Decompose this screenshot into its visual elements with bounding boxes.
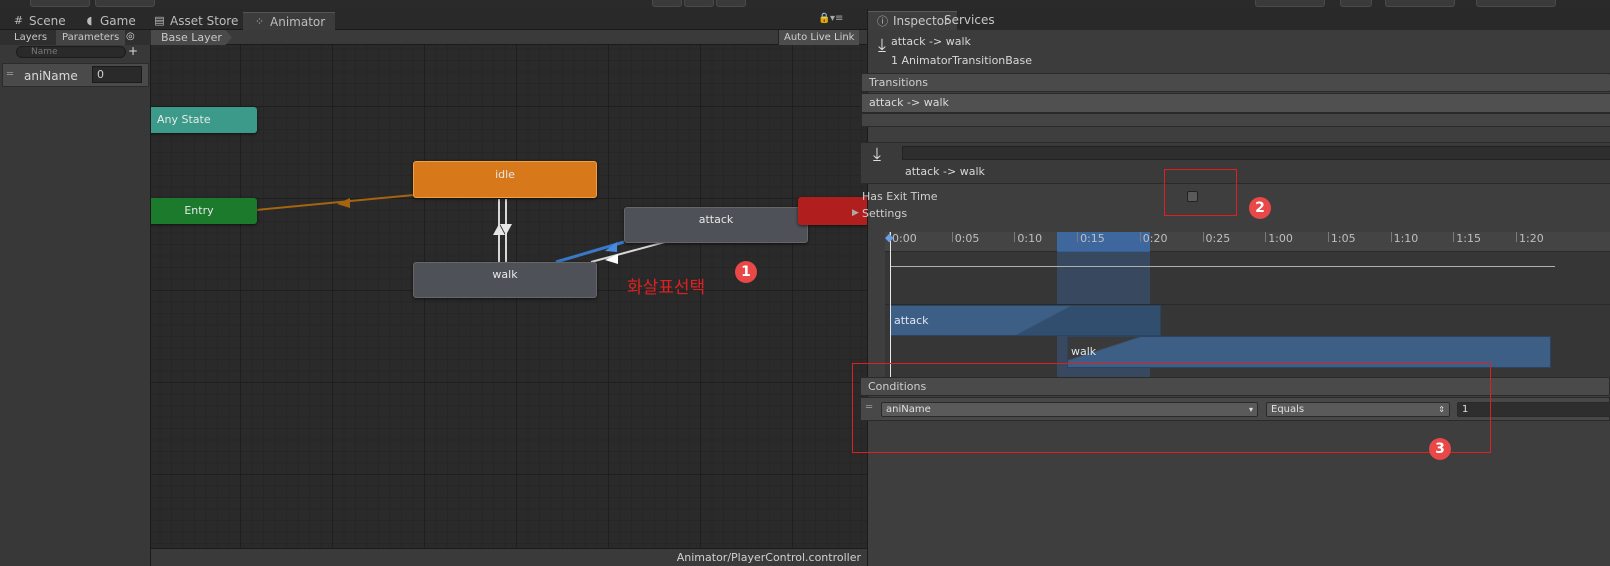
settings-foldout-icon[interactable]: ▶ xyxy=(852,208,859,218)
tab-game[interactable]: ◖ Game xyxy=(81,12,136,30)
parameter-name: aniName xyxy=(24,69,78,83)
entry-to-idle-arrow xyxy=(255,194,415,211)
transition-arrows xyxy=(255,194,666,264)
graph-status-bar: Animator/PlayerControl.controller xyxy=(151,548,867,566)
search-input[interactable]: Name xyxy=(16,46,126,58)
pause-button[interactable] xyxy=(684,0,714,7)
tab-label: Scene xyxy=(29,14,66,28)
transition-icon: ⤓ xyxy=(873,144,881,165)
transition-icon: ⤓ xyxy=(878,35,886,56)
timeline-tick-label: 1:05 xyxy=(1330,232,1356,245)
timeline-ruler[interactable] xyxy=(885,232,1610,252)
timeline-tick-mark xyxy=(1202,232,1204,242)
transitions-header: Transitions xyxy=(861,73,1610,92)
timeline-tick-label: 0:20 xyxy=(1142,232,1168,245)
header-subtitle: 1 AnimatorTransitionBase xyxy=(891,54,1033,67)
drag-handle-icon[interactable]: ═ xyxy=(7,69,13,80)
timeline-tick-mark xyxy=(1139,232,1141,242)
pacman-icon: ◖ xyxy=(86,14,93,27)
editor-tab-bar: # Scene ◖ Game ▤ Asset Store ⁘ Animator … xyxy=(0,9,867,30)
any-state-node[interactable]: Any State xyxy=(151,107,257,133)
tab-label: Asset Store xyxy=(170,14,239,28)
tab-asset-store[interactable]: ▤ Asset Store xyxy=(151,12,238,30)
walk-node[interactable]: walk xyxy=(413,262,597,298)
timeline-tick-label: 1:00 xyxy=(1268,232,1293,245)
transition-list-item[interactable]: attack -> walk xyxy=(861,93,1610,113)
controller-path: Animator/PlayerControl.controller xyxy=(676,551,861,564)
playhead-line[interactable] xyxy=(890,232,891,382)
annotation-select-arrow: 화살표선택 xyxy=(627,278,706,298)
timeline-tick-mark xyxy=(1014,232,1016,242)
animator-graph[interactable]: Base Layer Auto Live Link Any State Entr… xyxy=(151,30,867,566)
timeline-tick-label: 0:25 xyxy=(1205,232,1231,245)
parameters-panel: Layers Parameters ◎ ⌕ Name + ═ aniName 0 xyxy=(0,30,151,566)
badge-2: 2 xyxy=(1249,197,1271,219)
panel-tabs: Layers Parameters ◎ xyxy=(0,30,151,45)
timeline-tick-label: 0:10 xyxy=(1017,232,1043,245)
grid-icon: # xyxy=(13,14,24,27)
info-icon: ⓘ xyxy=(877,14,888,28)
inspector-header: ⤓ attack -> walk 1 AnimatorTransitionBas… xyxy=(868,30,1610,74)
timeline-track-line xyxy=(890,266,1555,267)
settings-label[interactable]: Settings xyxy=(862,207,907,220)
tab-layers[interactable]: Layers xyxy=(8,30,53,45)
timeline-tick-mark xyxy=(1327,232,1329,242)
inspector-tabs: ⓘ Inspector Services xyxy=(868,9,1610,30)
idle-node[interactable]: idle xyxy=(413,161,597,198)
attack-node[interactable]: attack xyxy=(624,207,808,243)
transition-name-label: attack -> walk xyxy=(905,165,985,178)
timeline-tick-label: 1:15 xyxy=(1456,232,1481,245)
timeline-tick-mark xyxy=(1453,232,1455,242)
tab-label: Services xyxy=(944,13,995,27)
clip-attack-label: attack xyxy=(894,314,929,327)
timeline-tick-label: 1:10 xyxy=(1393,232,1419,245)
timeline-tick-mark xyxy=(1077,232,1079,242)
badge-3: 3 xyxy=(1429,438,1451,460)
tab-animator[interactable]: ⁘ Animator xyxy=(243,12,336,30)
badge-1: 1 xyxy=(735,261,757,283)
lock-icon[interactable]: 🔒 xyxy=(818,13,830,24)
store-icon: ▤ xyxy=(154,14,165,27)
playhead-marker-icon[interactable]: ◆ xyxy=(885,232,893,244)
entry-node[interactable]: Entry xyxy=(151,198,257,224)
toolbar-button[interactable] xyxy=(1340,0,1372,7)
toolbar-button[interactable] xyxy=(1476,0,1556,7)
has-exit-time-label: Has Exit Time xyxy=(862,190,938,203)
play-button[interactable] xyxy=(652,0,682,7)
timeline-tick-label: 0:15 xyxy=(1080,232,1105,245)
tab-parameters[interactable]: Parameters xyxy=(56,30,126,45)
annotation-box-2 xyxy=(1164,169,1237,216)
timeline-tick-mark xyxy=(1265,232,1267,242)
transition-timeline[interactable]: 0:00 0:05 0:10 0:15 0:20 0:25 1:00 1:05 1:10 1:15… xyxy=(885,232,1610,382)
eye-icon[interactable]: ◎ xyxy=(126,31,135,42)
step-button[interactable] xyxy=(716,0,746,7)
timeline-tick-mark xyxy=(951,232,953,242)
timeline-tick-mark xyxy=(1390,232,1392,242)
attack-to-walk-arrow xyxy=(590,241,666,263)
parameter-value-field[interactable]: 0 xyxy=(92,66,142,83)
add-parameter-icon[interactable]: + xyxy=(128,44,138,58)
transition-list-footer xyxy=(861,113,1610,127)
header-title: attack -> walk xyxy=(891,35,971,48)
annotation-box-3 xyxy=(852,363,1491,453)
animator-icon: ⁘ xyxy=(254,14,265,28)
tab-scene[interactable]: # Scene xyxy=(10,12,66,30)
toolbar-button[interactable] xyxy=(95,0,155,7)
clip-attack[interactable]: attack xyxy=(890,305,1161,336)
timeline-tick-label: 1:20 xyxy=(1519,232,1544,245)
timeline-tick-label: 0:05 xyxy=(954,232,980,245)
timeline-tick-mark xyxy=(1516,232,1517,242)
top-toolbar-strip xyxy=(0,0,1610,9)
tab-label: Animator xyxy=(270,14,326,29)
clip-walk-label: walk xyxy=(1071,345,1097,358)
transition-name-field[interactable] xyxy=(902,146,1610,160)
tab-label: Game xyxy=(100,14,136,28)
tab-services[interactable]: Services xyxy=(936,11,1003,30)
toolbar-button[interactable] xyxy=(1255,0,1325,7)
timeline-tick-label: 0:00 xyxy=(892,232,917,245)
tab-menu-icon[interactable]: ▾≡ xyxy=(830,13,843,24)
toolbar-button[interactable] xyxy=(1385,0,1455,7)
toolbar-button[interactable] xyxy=(30,0,90,7)
